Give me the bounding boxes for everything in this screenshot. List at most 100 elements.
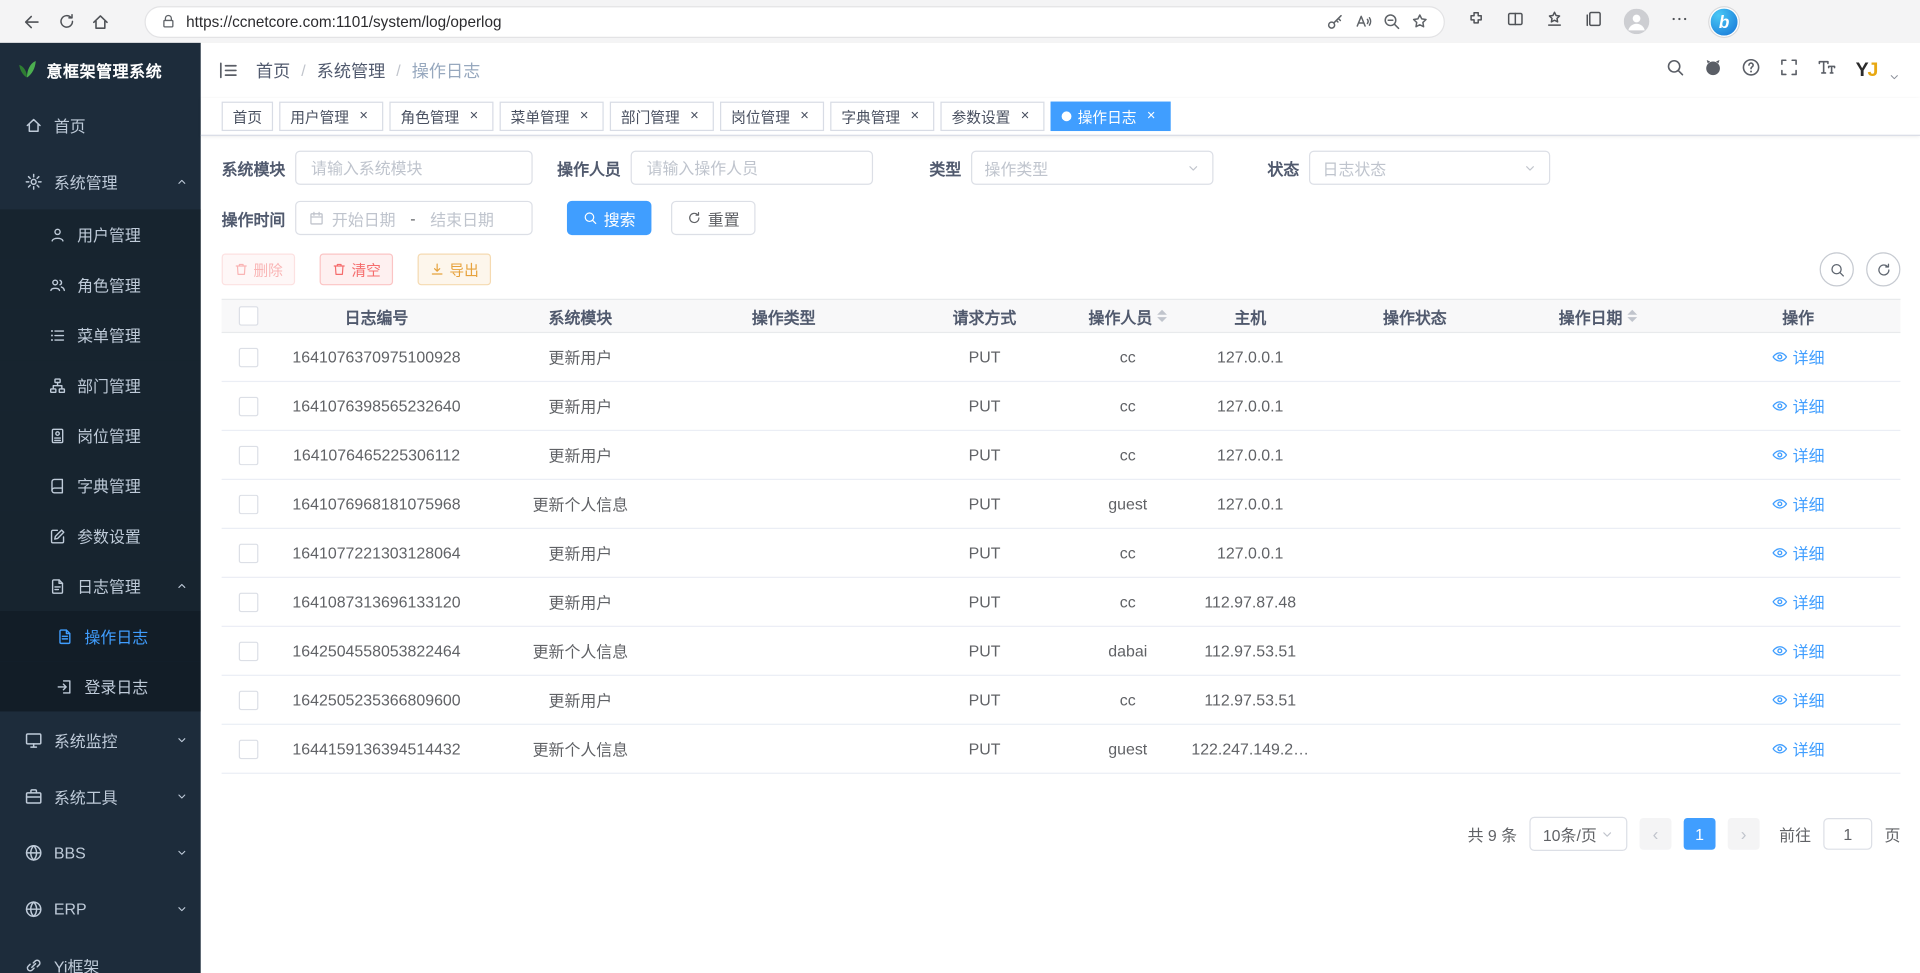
sidebar-item-operation-log[interactable]: 操作日志 <box>0 611 201 661</box>
detail-link[interactable]: 详细 <box>1772 443 1825 466</box>
home-button[interactable] <box>83 4 117 38</box>
sidebar-item-erp[interactable]: ERP <box>0 880 201 936</box>
next-page-button[interactable] <box>1728 818 1760 850</box>
refresh-table-button[interactable] <box>1866 252 1900 286</box>
tab-post-mgmt[interactable]: 岗位管理 <box>720 102 824 131</box>
row-checkbox[interactable] <box>239 494 259 514</box>
font-size-icon[interactable] <box>1818 58 1838 84</box>
chevron-down-icon[interactable] <box>1888 70 1900 82</box>
sidebar-item-system-monitor[interactable]: 系统监控 <box>0 711 201 767</box>
tab-home[interactable]: 首页 <box>222 102 273 131</box>
detail-link[interactable]: 详细 <box>1772 590 1825 613</box>
sidebar-item-param-settings[interactable]: 参数设置 <box>0 511 201 561</box>
breadcrumb-system[interactable]: 系统管理 <box>317 58 386 82</box>
clear-button[interactable]: 清空 <box>320 253 393 285</box>
close-icon[interactable] <box>465 108 482 125</box>
close-icon[interactable] <box>1016 108 1033 125</box>
tab-param-settings[interactable]: 参数设置 <box>941 102 1045 131</box>
tab-dept-mgmt[interactable]: 部门管理 <box>610 102 714 131</box>
sidebar-item-system-tools[interactable]: 系统工具 <box>0 768 201 824</box>
row-checkbox[interactable] <box>239 641 259 661</box>
search-button[interactable]: 搜索 <box>567 201 652 235</box>
split-screen-icon[interactable] <box>1506 9 1524 33</box>
detail-link[interactable]: 详细 <box>1772 345 1825 368</box>
export-button[interactable]: 导出 <box>418 253 491 285</box>
sidebar-item-bbs[interactable]: BBS <box>0 824 201 880</box>
column-operator[interactable]: 操作人员 <box>1085 304 1171 327</box>
toggle-search-button[interactable] <box>1820 252 1854 286</box>
detail-link[interactable]: 详细 <box>1772 688 1825 711</box>
tab-menu-mgmt[interactable]: 菜单管理 <box>500 102 604 131</box>
refresh-button[interactable] <box>49 4 83 38</box>
module-input[interactable] <box>309 157 520 178</box>
fullscreen-icon[interactable] <box>1780 58 1800 84</box>
row-checkbox[interactable] <box>239 592 259 612</box>
row-checkbox[interactable] <box>239 396 259 416</box>
zoom-out-icon[interactable] <box>1382 12 1400 30</box>
header-search-icon[interactable] <box>1666 58 1686 84</box>
detail-link[interactable]: 详细 <box>1772 737 1825 760</box>
user-logo[interactable]: YYJJ <box>1856 59 1878 81</box>
sidebar-item-log-mgmt[interactable]: 日志管理 <box>0 561 201 611</box>
close-icon[interactable] <box>906 108 923 125</box>
select-all-checkbox[interactable] <box>239 306 259 326</box>
sidebar-item-home[interactable]: 首页 <box>0 97 201 153</box>
detail-link[interactable]: 详细 <box>1772 541 1825 564</box>
status-select[interactable]: 日志状态 <box>1309 151 1550 185</box>
back-button[interactable] <box>15 4 49 38</box>
operator-input[interactable] <box>644 157 860 178</box>
sidebar-item-menu-mgmt[interactable]: 菜单管理 <box>0 310 201 360</box>
cell-operator: dabai <box>1085 642 1171 660</box>
browser-menu-icon[interactable] <box>1670 9 1688 33</box>
reset-button[interactable]: 重置 <box>671 201 756 235</box>
close-icon[interactable] <box>686 108 703 125</box>
column-date[interactable]: 操作日期 <box>1500 304 1696 327</box>
close-icon[interactable] <box>796 108 813 125</box>
page-size-select[interactable]: 10条/页 <box>1529 817 1627 851</box>
sort-icon[interactable] <box>1627 310 1637 322</box>
tab-dict-mgmt[interactable]: 字典管理 <box>830 102 934 131</box>
sidebar-item-role-mgmt[interactable]: 角色管理 <box>0 260 201 310</box>
sort-icon[interactable] <box>1157 310 1167 322</box>
bing-icon[interactable]: b <box>1709 7 1738 36</box>
profile-avatar[interactable] <box>1624 9 1650 35</box>
sidebar-toggle[interactable] <box>218 60 239 81</box>
extensions-icon[interactable] <box>1467 9 1485 33</box>
favorite-star-icon[interactable] <box>1411 12 1429 30</box>
close-icon[interactable] <box>576 108 593 125</box>
collections-icon[interactable] <box>1585 9 1603 33</box>
sidebar-item-user-mgmt[interactable]: 用户管理 <box>0 209 201 259</box>
detail-link[interactable]: 详细 <box>1772 492 1825 515</box>
row-checkbox[interactable] <box>239 739 259 759</box>
row-checkbox[interactable] <box>239 543 259 563</box>
favorites-hub-icon[interactable] <box>1545 9 1563 33</box>
read-aloud-icon[interactable] <box>1354 12 1372 30</box>
detail-link[interactable]: 详细 <box>1772 394 1825 417</box>
sidebar-item-dept-mgmt[interactable]: 部门管理 <box>0 360 201 410</box>
sidebar-item-dict-mgmt[interactable]: 字典管理 <box>0 460 201 510</box>
type-select[interactable]: 操作类型 <box>971 151 1213 185</box>
sidebar-item-yi-framework[interactable]: Yi框架 <box>0 937 201 973</box>
tab-role-mgmt[interactable]: 角色管理 <box>389 102 493 131</box>
row-checkbox[interactable] <box>239 445 259 465</box>
goto-page-input[interactable] <box>1823 818 1872 850</box>
prev-page-button[interactable] <box>1640 818 1672 850</box>
row-checkbox[interactable] <box>239 347 259 367</box>
detail-link[interactable]: 详细 <box>1772 639 1825 662</box>
help-icon[interactable] <box>1742 58 1762 84</box>
close-icon[interactable] <box>1143 108 1160 125</box>
sidebar-item-system-mgmt[interactable]: 系统管理 <box>0 153 201 209</box>
tab-operation-log[interactable]: 操作日志 <box>1051 102 1171 131</box>
sidebar-item-login-log[interactable]: 登录日志 <box>0 661 201 711</box>
row-checkbox[interactable] <box>239 690 259 710</box>
close-icon[interactable] <box>355 108 372 125</box>
address-bar[interactable]: https://ccnetcore.com:1101/system/log/op… <box>144 6 1444 38</box>
breadcrumb-home[interactable]: 首页 <box>256 58 290 82</box>
password-key-icon[interactable] <box>1326 12 1344 30</box>
tab-user-mgmt[interactable]: 用户管理 <box>279 102 383 131</box>
page-number-1[interactable]: 1 <box>1684 818 1716 850</box>
date-range-picker[interactable]: 开始日期 - 结束日期 <box>295 201 533 235</box>
sidebar-item-post-mgmt[interactable]: 岗位管理 <box>0 410 201 460</box>
delete-button[interactable]: 删除 <box>222 253 295 285</box>
github-icon[interactable] <box>1704 58 1724 84</box>
